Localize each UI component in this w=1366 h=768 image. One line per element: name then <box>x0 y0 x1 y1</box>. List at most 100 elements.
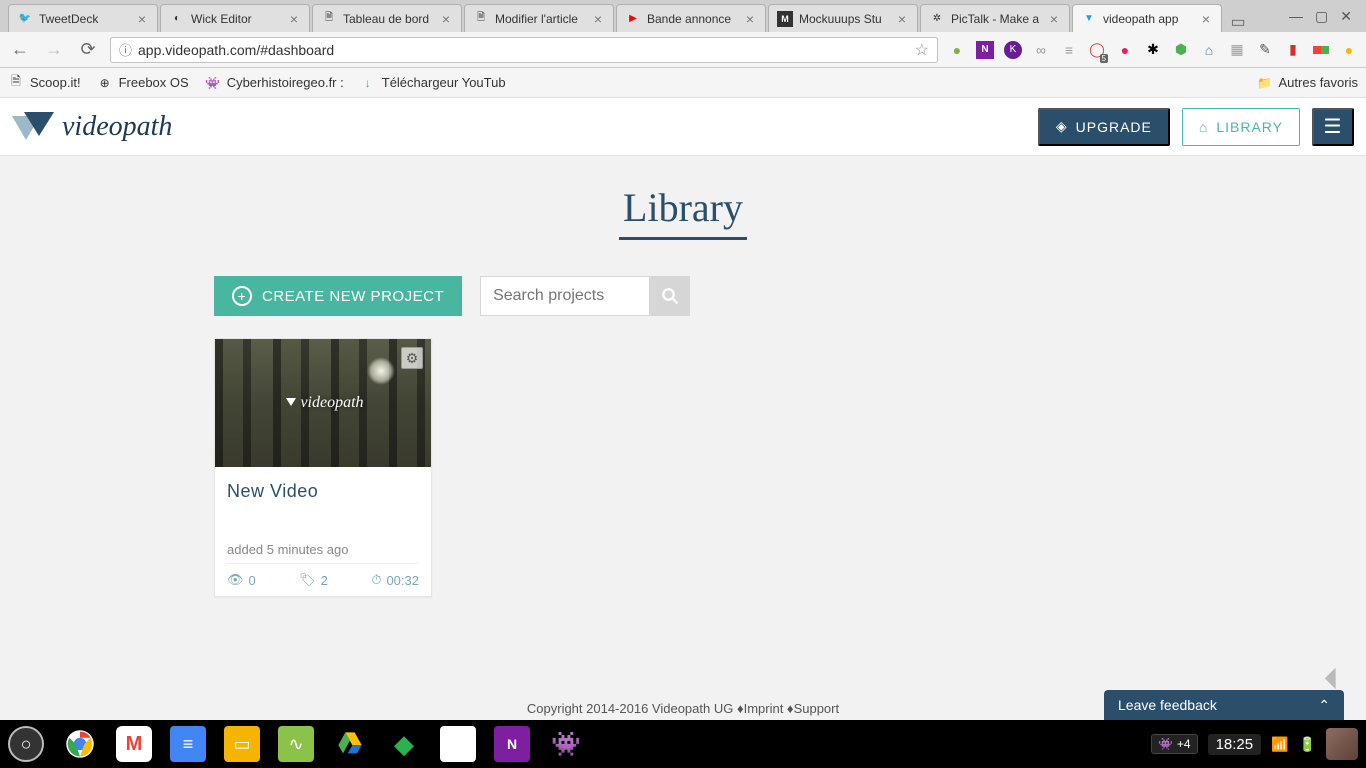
tab-bar: 🐦 TweetDeck × ◐ Wick Editor × 🗎 Tableau … <box>0 0 1366 32</box>
close-icon[interactable]: × <box>1047 12 1061 26</box>
bookmark-cyberhist[interactable]: 👾 Cyberhistoiregeo.fr : <box>205 75 344 91</box>
minimize-button[interactable]: — <box>1289 8 1303 25</box>
library-label: LIBRARY <box>1216 119 1283 135</box>
tag-icon: 🏷 <box>299 572 316 588</box>
close-icon[interactable]: × <box>135 12 149 26</box>
slides-icon[interactable]: ▭ <box>224 726 260 762</box>
library-button[interactable]: ⌂ LIBRARY <box>1182 108 1300 146</box>
tab-tweetdeck[interactable]: 🐦 TweetDeck × <box>8 4 158 32</box>
ext-icon[interactable]: ⬢ <box>1172 41 1190 59</box>
maximize-button[interactable]: ▢ <box>1315 8 1328 25</box>
ext-icon[interactable]: ✱ <box>1144 41 1162 59</box>
scroll-up-icon[interactable]: ◤ <box>1320 663 1349 692</box>
bookmark-youtube-dl[interactable]: ↓ Téléchargeur YouTub <box>360 75 506 91</box>
ext-icon[interactable]: ● <box>1116 41 1134 59</box>
menu-button[interactable]: ☰ <box>1312 108 1354 146</box>
tab-videopath[interactable]: ▼ videopath app × <box>1072 4 1222 32</box>
tab-mockuuups[interactable]: M Mockuuups Stu × <box>768 4 918 32</box>
tray-indicator[interactable]: 👾 +4 <box>1151 734 1198 754</box>
project-card[interactable]: videopath ⚙ New Video added 5 minutes ag… <box>214 338 432 597</box>
create-project-button[interactable]: + CREATE NEW PROJECT <box>214 276 462 316</box>
card-body: New Video added 5 minutes ago 👁 0 🏷 2 ⏱ … <box>215 467 431 596</box>
play-store-icon[interactable]: ▶ <box>440 726 476 762</box>
close-icon[interactable]: × <box>591 12 605 26</box>
system-tray: 👾 +4 18:25 📶 🔋 <box>1151 728 1358 760</box>
folder-icon: 📁 <box>1257 75 1273 91</box>
onenote-icon[interactable]: N <box>494 726 530 762</box>
search-input[interactable] <box>480 276 650 316</box>
app-icon[interactable]: ∿ <box>278 726 314 762</box>
upgrade-button[interactable]: ◈ UPGRADE <box>1038 108 1170 146</box>
close-window-button[interactable]: ✕ <box>1340 8 1352 25</box>
project-thumbnail[interactable]: videopath ⚙ <box>215 339 431 467</box>
tab-youtube[interactable]: ▶ Bande annonce × <box>616 4 766 32</box>
ext-icon[interactable]: ● <box>948 41 966 59</box>
bookmark-label: Autres favoris <box>1279 75 1358 90</box>
ext-icon[interactable]: N <box>976 41 994 59</box>
back-button[interactable]: ← <box>8 38 32 62</box>
indicator-icon: 👾 <box>1158 737 1173 751</box>
ext-icon[interactable]: ▦ <box>1228 41 1246 59</box>
tab-wick[interactable]: ◐ Wick Editor × <box>160 4 310 32</box>
close-icon[interactable]: × <box>1199 12 1213 26</box>
ext-icon[interactable]: ⌂ <box>1200 41 1218 59</box>
reload-button[interactable]: ⟳ <box>76 38 100 62</box>
ext-icon[interactable]: ≡ <box>1060 41 1078 59</box>
gmail-icon[interactable]: M <box>116 726 152 762</box>
tab-title: TweetDeck <box>39 12 131 26</box>
project-stats: 👁 0 🏷 2 ⏱ 00:32 <box>227 570 419 588</box>
drive-icon[interactable] <box>332 726 368 762</box>
bookmark-other[interactable]: 📁 Autres favoris <box>1257 75 1358 91</box>
ext-icon[interactable]: ∞ <box>1032 41 1050 59</box>
battery-icon[interactable]: 🔋 <box>1299 736 1316 753</box>
search-icon <box>661 287 679 305</box>
duration-value: 00:32 <box>386 573 419 588</box>
page-icon: 🗎 <box>321 11 337 27</box>
close-icon[interactable]: × <box>287 12 301 26</box>
tab-title: Bande annonce <box>647 12 739 26</box>
ext-icon[interactable]: K <box>1004 41 1022 59</box>
close-icon[interactable]: × <box>743 12 757 26</box>
hamburger-icon: ☰ <box>1324 114 1343 139</box>
ext-icon[interactable]: ▮ <box>1284 41 1302 59</box>
docs-icon[interactable]: ≡ <box>170 726 206 762</box>
site-info-icon[interactable]: ⓘ <box>119 40 132 59</box>
project-settings-button[interactable]: ⚙ <box>401 347 423 369</box>
ext-icon[interactable]: ● <box>1340 41 1358 59</box>
app-header: videopath ◈ UPGRADE ⌂ LIBRARY ☰ <box>0 98 1366 156</box>
tab-pictalk[interactable]: ✲ PicTalk - Make a × <box>920 4 1070 32</box>
diamond-icon: ◈ <box>1056 118 1068 135</box>
forward-button[interactable]: → <box>42 38 66 62</box>
app-icon[interactable]: 👾 <box>548 726 584 762</box>
logo-text: videopath <box>62 111 172 143</box>
feedly-icon[interactable]: ◆ <box>386 726 422 762</box>
page-title-wrap: Library <box>0 156 1366 248</box>
videopath-logo[interactable]: videopath <box>12 110 172 144</box>
chrome-icon[interactable] <box>62 726 98 762</box>
feedback-tab[interactable]: Leave feedback ⌃ <box>1104 690 1344 720</box>
tab-tableau[interactable]: 🗎 Tableau de bord × <box>312 4 462 32</box>
tab-modifier[interactable]: 🗎 Modifier l'article × <box>464 4 614 32</box>
search-button[interactable] <box>650 276 690 316</box>
new-tab-button[interactable]: ▭ <box>1224 12 1252 32</box>
youtube-icon: ▶ <box>625 11 641 27</box>
bookmark-freebox[interactable]: ⊕ Freebox OS <box>97 75 189 91</box>
wifi-icon[interactable]: 📶 <box>1271 736 1288 753</box>
launcher-button[interactable]: ○ <box>8 726 44 762</box>
avatar[interactable] <box>1326 728 1358 760</box>
bookmark-icon: ⊕ <box>97 75 113 91</box>
tray-count: +4 <box>1177 737 1191 751</box>
ext-icon[interactable] <box>1312 41 1330 59</box>
ext-icon[interactable]: ✎ <box>1256 41 1274 59</box>
close-icon[interactable]: × <box>439 12 453 26</box>
bookmark-scoopit[interactable]: 🗎 Scoop.it! <box>8 75 81 91</box>
close-icon[interactable]: × <box>895 12 909 26</box>
bookmark-star-icon[interactable]: ☆ <box>915 40 929 60</box>
videopath-icon: ▼ <box>1081 11 1097 27</box>
clock[interactable]: 18:25 <box>1208 734 1262 755</box>
tab-title: Modifier l'article <box>495 12 587 26</box>
ext-icon[interactable]: ◯5 <box>1088 41 1106 59</box>
address-bar[interactable]: ⓘ app.videopath.com/#dashboard ☆ <box>110 37 938 63</box>
stat-markers: 🏷 2 <box>299 572 328 588</box>
stat-duration: ⏱ 00:32 <box>371 572 419 588</box>
